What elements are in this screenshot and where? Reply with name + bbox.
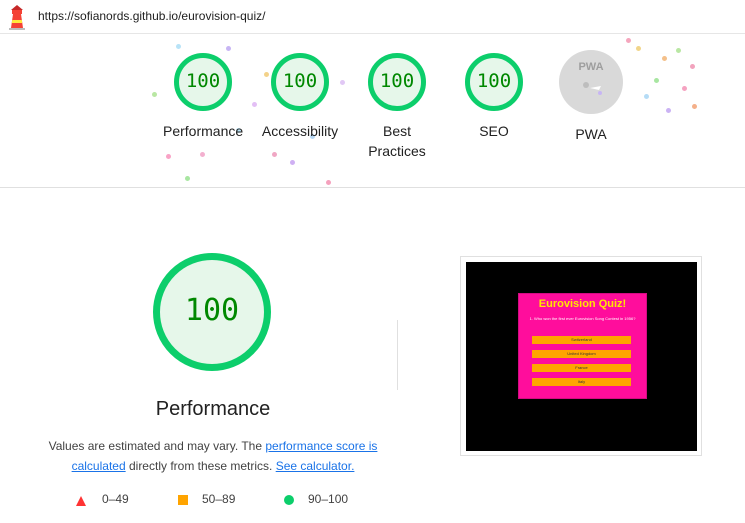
confetti-dot <box>676 48 681 53</box>
gauge-best-practices[interactable]: 100 Best Practices <box>357 53 437 161</box>
category-gauges: 100 Performance 100 Accessibility 100 Be… <box>0 34 745 188</box>
gauge-accessibility[interactable]: 100 Accessibility <box>259 53 341 141</box>
gauge-label: Best Practices <box>368 123 426 159</box>
divider <box>397 320 398 390</box>
performance-score-gauge: 100 <box>153 253 271 371</box>
confetti-dot <box>690 64 695 69</box>
pwa-badge-text: PWA <box>578 61 604 73</box>
lighthouse-icon <box>9 5 25 30</box>
legend-pass-label: 90–100 <box>308 492 349 506</box>
confetti-dot <box>226 46 231 51</box>
score-value: 100 <box>185 70 221 92</box>
note-middle: directly from these metrics. <box>125 459 276 473</box>
page-url[interactable]: https://sofianords.github.io/eurovision-… <box>38 9 265 23</box>
gauge-label: Accessibility <box>261 123 339 139</box>
quiz-title: Eurovision Quiz! <box>538 298 627 310</box>
gauge-label: SEO <box>479 123 509 139</box>
gauge-seo[interactable]: 100 SEO <box>454 53 534 141</box>
pwa-badge-icon <box>583 82 602 95</box>
gauge-label: PWA <box>575 126 607 142</box>
performance-score-value: 100 <box>184 293 240 328</box>
confetti-dot <box>185 176 190 181</box>
confetti-dot <box>200 152 205 157</box>
see-calculator-link[interactable]: See calculator. <box>276 459 355 473</box>
confetti-dot <box>176 44 181 49</box>
confetti-dot <box>326 180 331 185</box>
confetti-dot <box>290 160 295 165</box>
score-value: 100 <box>282 70 318 92</box>
confetti-dot <box>644 94 649 99</box>
confetti-dot <box>654 78 659 83</box>
confetti-dot <box>252 102 257 107</box>
confetti-dot <box>682 86 687 91</box>
confetti-dot <box>272 152 277 157</box>
score-ring: 100 <box>465 53 523 111</box>
final-screenshot[interactable]: Eurovision Quiz! 1. Who won the first ev… <box>460 256 702 456</box>
score-ring: 100 <box>174 53 232 111</box>
confetti-dot <box>692 104 697 109</box>
score-ring: 100 <box>368 53 426 111</box>
gauge-pwa[interactable]: PWA PWA <box>551 50 631 144</box>
confetti-dot <box>636 46 641 51</box>
confetti-dot <box>666 108 671 113</box>
confetti-dot <box>662 56 667 61</box>
score-value: 100 <box>379 70 415 92</box>
fail-triangle-icon <box>76 496 86 506</box>
confetti-dot <box>166 154 171 159</box>
address-bar: https://sofianords.github.io/eurovision-… <box>0 0 745 34</box>
legend-average-label: 50–89 <box>202 492 236 506</box>
pass-circle-icon <box>284 495 294 505</box>
confetti-dot <box>626 38 631 43</box>
legend-fail-label: 0–49 <box>102 492 129 506</box>
score-ring: 100 <box>271 53 329 111</box>
confetti-dot <box>152 92 157 97</box>
pwa-badge: PWA <box>559 50 623 114</box>
note-prefix: Values are estimated and may vary. The <box>48 439 266 453</box>
performance-title: Performance <box>155 398 271 420</box>
quiz-option: Italy <box>532 378 631 386</box>
metrics-note: Values are estimated and may vary. The p… <box>40 436 386 476</box>
quiz-question: 1. Who won the first ever Eurovision Son… <box>529 316 636 321</box>
screenshot-canvas: Eurovision Quiz! 1. Who won the first ev… <box>466 262 697 451</box>
quiz-option: United Kingdom <box>532 350 631 358</box>
score-value: 100 <box>476 70 512 92</box>
gauge-performance[interactable]: 100 Performance <box>163 53 243 141</box>
gauge-label: Performance <box>163 123 244 139</box>
quiz-option: Switzerland <box>532 336 631 344</box>
average-square-icon <box>178 495 188 505</box>
quiz-card: Eurovision Quiz! 1. Who won the first ev… <box>518 293 647 399</box>
quiz-option: France <box>532 364 631 372</box>
